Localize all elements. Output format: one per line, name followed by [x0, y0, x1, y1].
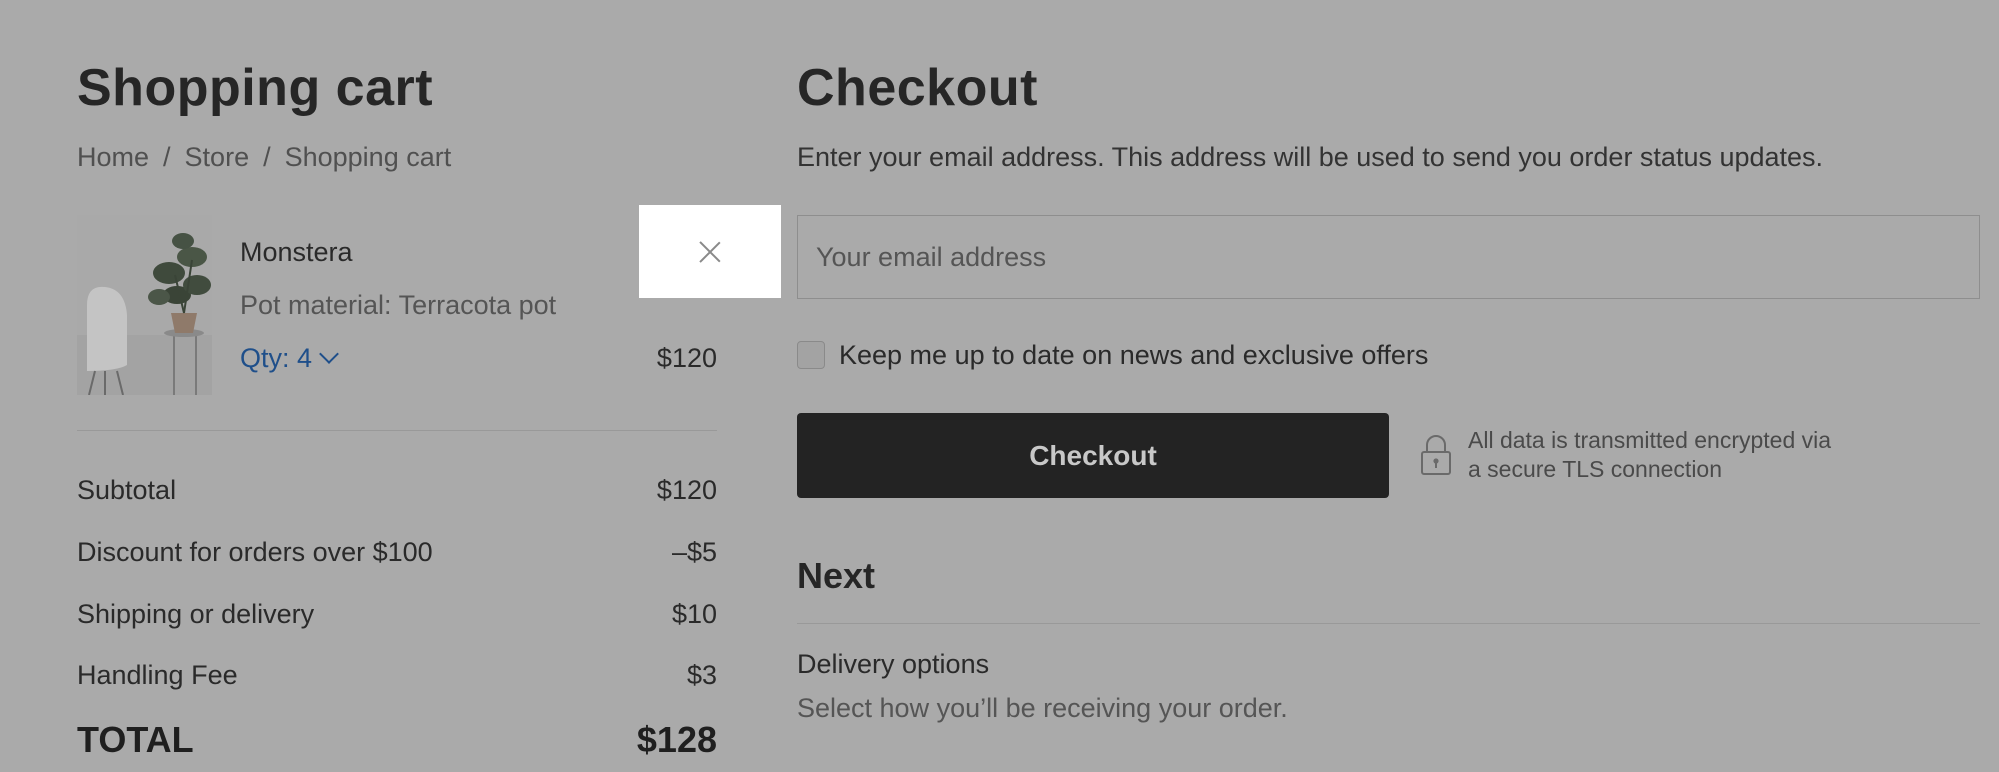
breadcrumb-separator: / — [163, 142, 171, 172]
secure-note: All data is transmitted encrypted via a … — [1420, 426, 1940, 486]
product-image — [77, 215, 212, 395]
product-name[interactable]: Monstera — [240, 237, 353, 268]
delivery-options-title: Delivery options — [797, 649, 990, 679]
breadcrumb-separator: / — [263, 142, 271, 172]
breadcrumb: Home / Store / Shopping cart — [77, 142, 451, 173]
lock-icon — [1421, 435, 1451, 475]
divider — [797, 623, 1980, 624]
summary-value: $10 — [671, 599, 717, 629]
checkout-title: Checkout — [797, 59, 1038, 117]
divider — [77, 430, 717, 431]
delivery-options-description: Select how you’ll be receiving your orde… — [797, 693, 1288, 723]
checkout-description: Enter your email address. This address w… — [797, 142, 1824, 172]
next-section-title: Next — [797, 555, 876, 596]
breadcrumb-current: Shopping cart — [284, 142, 452, 172]
remove-item-button[interactable] — [639, 205, 781, 298]
product-price: $120 — [656, 343, 717, 373]
email-field[interactable] — [797, 215, 1980, 299]
secure-text: All data is transmitted encrypted via a … — [1468, 426, 1831, 484]
summary-value: $120 — [656, 475, 717, 505]
newsletter-label[interactable]: Keep me up to date on news and exclusive… — [839, 340, 1428, 371]
summary-label: Shipping or delivery — [77, 599, 315, 629]
newsletter-checkbox[interactable] — [797, 341, 825, 369]
summary-label: Subtotal — [77, 475, 177, 505]
breadcrumb-store[interactable]: Store — [185, 142, 250, 172]
breadcrumb-home[interactable]: Home — [77, 142, 149, 172]
cart-title: Shopping cart — [77, 59, 434, 117]
total-value: $128 — [636, 719, 717, 760]
summary-label: Discount for orders over $100 — [77, 537, 433, 567]
secure-text-line: a secure TLS connection — [1468, 456, 1723, 482]
secure-text-line: All data is transmitted encrypted via — [1468, 427, 1832, 453]
summary-value: $3 — [686, 660, 717, 690]
quantity-label: Qty: 4 — [240, 343, 313, 373]
chevron-down-icon — [319, 344, 339, 364]
checkout-button[interactable]: Checkout — [797, 413, 1389, 498]
total-label: TOTAL — [77, 719, 194, 760]
quantity-dropdown[interactable]: Qty: 4 — [240, 343, 339, 374]
product-variant: Pot material: Terracota pot — [240, 290, 557, 320]
summary-label: Handling Fee — [77, 660, 238, 690]
summary-value: –$5 — [671, 537, 717, 567]
cart-item: Monstera Pot material: Terracota pot Qty… — [77, 215, 717, 395]
close-icon — [699, 241, 721, 263]
